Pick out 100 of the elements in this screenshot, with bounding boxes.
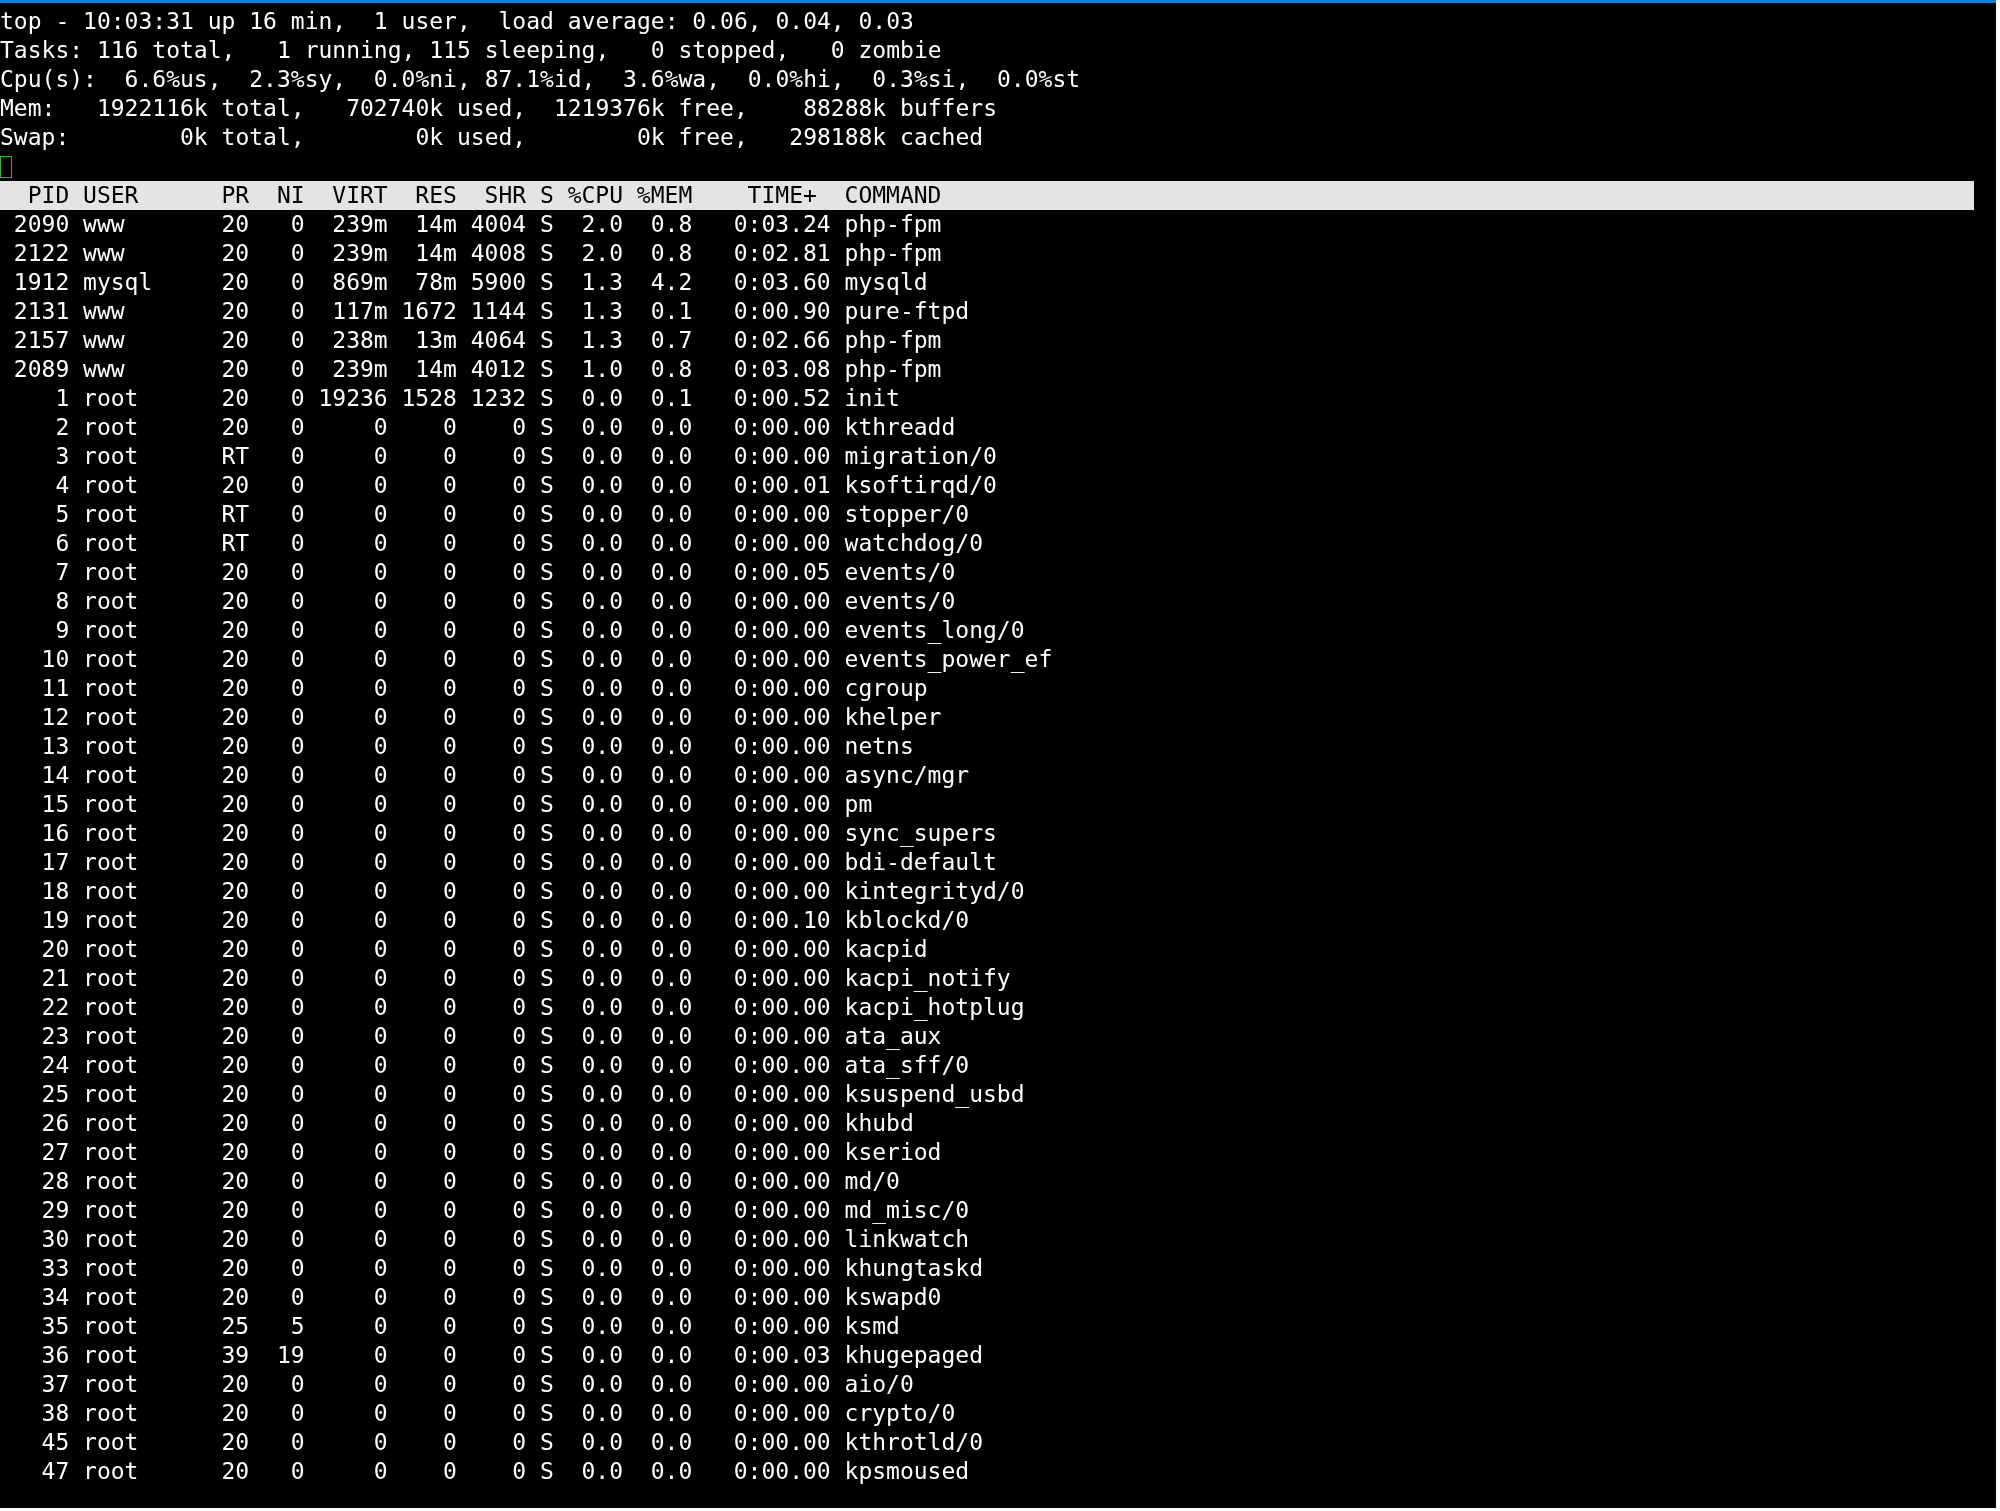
table-cell-text: 0.0 [580, 1022, 623, 1051]
table-cell-text: 0 [442, 1022, 457, 1051]
table-cell: async/mgr [844, 761, 970, 790]
summary-line: Cpu(s): 6.6%us, 2.3%sy, 0.0%ni, 87.1%id, 3.6%wa, 0.0%hi, 0.3%si, 0.0%st [0, 65, 1081, 94]
table-cell-text: 0 [511, 674, 527, 703]
table-cell: kacpid [844, 935, 928, 964]
table-cell-text: root [83, 1428, 140, 1457]
table-cell-text: 0 [511, 413, 527, 442]
table-cell-text: root [83, 761, 140, 790]
table-cell-text: 0.0 [580, 732, 623, 761]
table-cell-text: 20 [220, 761, 250, 790]
table-cell-text: 14m [414, 355, 457, 384]
table-cell-text: 0:00.52 [732, 384, 831, 413]
table-cell: S [539, 268, 554, 297]
table-cell-text: 0 [442, 1196, 457, 1225]
table-cell-text: 0 [372, 732, 388, 761]
table-cell-text: www [83, 355, 126, 384]
table-cell-text: 20 [220, 645, 250, 674]
table-cell-text: 0 [289, 906, 305, 935]
table-cell: S [539, 587, 554, 616]
table-cell-text: 0 [289, 1428, 305, 1457]
table-cell-text: 0.0 [649, 500, 693, 529]
table-cell-text: 0.0 [649, 442, 693, 471]
table-cell: S [539, 1370, 554, 1399]
table-cell-text: root [83, 906, 140, 935]
table-cell: sync_supers [844, 819, 997, 848]
table-cell-text: root [83, 1254, 140, 1283]
table-cell-text: 20 [220, 616, 250, 645]
table-cell-text: 0:00.00 [732, 1399, 831, 1428]
table-cell: watchdog/0 [844, 529, 983, 558]
table-cell-text: 0.0 [580, 442, 623, 471]
table-cell-text: 0 [511, 1022, 527, 1051]
table-cell-text: 0 [442, 1254, 457, 1283]
table-cell: S [539, 761, 554, 790]
table-cell-text: 14m [414, 239, 457, 268]
table-cell: 19236 [318, 384, 388, 413]
column-header: VIRT [331, 181, 388, 210]
table-cell-text: 0:00.00 [732, 964, 831, 993]
table-cell-text: 1.0 [580, 355, 623, 384]
column-header: %MEM [636, 181, 693, 210]
table-cell-text: root [83, 529, 140, 558]
table-cell-text: 0 [372, 1051, 388, 1080]
table-cell-text: 0.0 [580, 529, 623, 558]
table-cell-text: mysql [83, 268, 154, 297]
table-cell-text: 20 [220, 558, 250, 587]
table-cell: S [539, 674, 554, 703]
table-cell-text: 0.0 [649, 1370, 693, 1399]
table-cell-text: 20 [220, 239, 250, 268]
table-cell-text: 0 [442, 819, 457, 848]
table-cell: ata_sff/0 [844, 1051, 970, 1080]
table-cell-text: 20 [220, 1051, 250, 1080]
table-cell-text: RT [220, 442, 250, 471]
column-header: SHR [483, 181, 527, 210]
table-cell: 5900 [470, 268, 527, 297]
table-cell-text: 0 [289, 1457, 305, 1486]
table-cell-text: 0 [511, 1254, 527, 1283]
table-cell-text: 0:00.00 [732, 500, 831, 529]
table-cell-text: 45 [40, 1428, 70, 1457]
table-cell-text: 20 [220, 877, 250, 906]
table-cell-text: 0 [289, 1109, 305, 1138]
table-cell-text: 2089 [12, 355, 70, 384]
table-cell-text: 0 [442, 674, 457, 703]
table-cell-text: 0 [289, 732, 305, 761]
table-cell-text: 0 [442, 1457, 457, 1486]
column-header: COMMAND [844, 181, 942, 210]
table-cell-text: root [83, 616, 140, 645]
table-cell-text: 0 [511, 500, 527, 529]
table-cell-text: 0 [511, 1196, 527, 1225]
table-cell-text: 0.0 [580, 1080, 623, 1109]
table-cell-text: 0 [511, 732, 527, 761]
table-cell-text: 0.7 [649, 326, 693, 355]
table-cell-text: 0 [289, 355, 305, 384]
table-cell-text: 0:00.00 [732, 645, 831, 674]
table-cell-text: 0 [372, 1428, 388, 1457]
table-cell: 4004 [470, 210, 527, 239]
table-cell-text: 0 [372, 587, 388, 616]
table-cell-text: 0 [442, 1341, 457, 1370]
table-cell-text: 0 [511, 1341, 527, 1370]
table-cell-text: 29 [40, 1196, 70, 1225]
table-cell-text: 0:00.00 [732, 413, 831, 442]
table-cell-text: 117m [331, 297, 388, 326]
table-cell: kswapd0 [844, 1283, 942, 1312]
table-cell-text: 8 [54, 587, 70, 616]
table-cell-text: 20 [40, 935, 70, 964]
table-cell: crypto/0 [844, 1399, 956, 1428]
table-cell-text: 0:00.00 [732, 732, 831, 761]
table-cell-text: 0:00.00 [732, 674, 831, 703]
table-cell-text: 38 [40, 1399, 70, 1428]
table-cell-text: 0:00.00 [732, 442, 831, 471]
table-cell-text: 0.0 [580, 819, 623, 848]
table-cell-text: 20 [220, 297, 250, 326]
table-cell-text: 0 [372, 906, 388, 935]
table-cell-text: root [83, 1196, 140, 1225]
table-cell-text: 0.0 [649, 848, 693, 877]
table-cell: S [539, 848, 554, 877]
table-cell-text: 0.0 [649, 529, 693, 558]
table-cell-text: 0 [289, 587, 305, 616]
table-cell-text: 0.0 [580, 761, 623, 790]
table-cell-text: 0 [372, 529, 388, 558]
table-cell-text: 0.0 [649, 703, 693, 732]
